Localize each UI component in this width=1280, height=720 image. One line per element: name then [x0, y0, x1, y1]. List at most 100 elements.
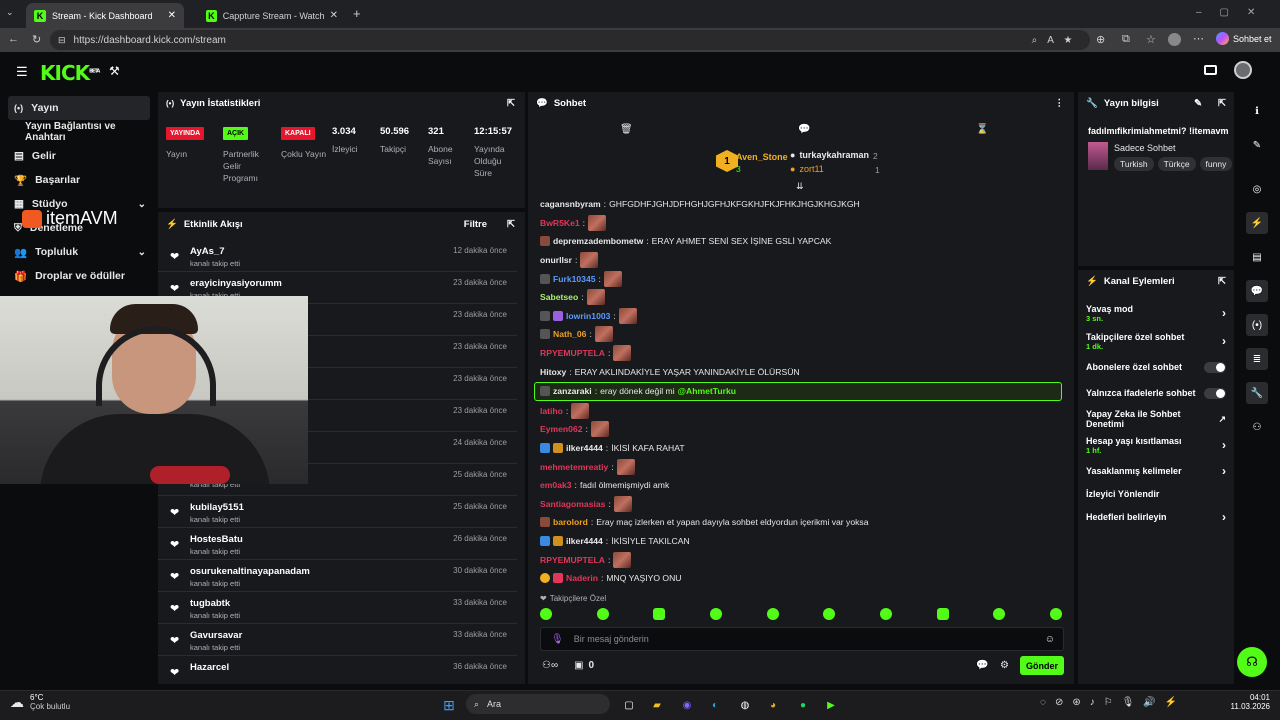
popout-icon[interactable]: ⇱ — [1218, 276, 1226, 287]
popout-icon[interactable]: ⇱ — [1218, 98, 1226, 109]
target-icon[interactable]: ◎ — [1246, 178, 1268, 200]
chat-message[interactable]: Nath_06: — [528, 325, 1068, 344]
trash-icon[interactable]: 🗑 — [620, 124, 633, 135]
emoji-icon[interactable]: ☺ — [1045, 634, 1055, 645]
list-item[interactable]: ❤ HostesBatu kanalı takip etti 26 dakika ön… — [158, 528, 517, 560]
info-icon[interactable]: ℹ — [1246, 100, 1268, 122]
profile-avatar-icon[interactable] — [1168, 33, 1181, 46]
sidebar-item-droplar[interactable]: 🎁 Droplar ve ödüller — [0, 264, 158, 288]
chat-message[interactable]: Hitoxy: ERAY AKLINDAKİYLE YAŞAR YANINDAKİ… — [528, 362, 1068, 381]
tag-chip[interactable]: Turkish — [1114, 157, 1154, 171]
chat-message[interactable]: RPYEMUPTELA: — [528, 550, 1068, 569]
subscribers-only-toggle[interactable] — [1204, 361, 1226, 373]
chat-message[interactable]: lowrin1003: — [528, 307, 1068, 326]
list-item[interactable]: ❤ kubilay5151 kanalı takip etti 25 dakika ö… — [158, 496, 517, 528]
windows-start-icon[interactable]: ⊞ — [440, 696, 458, 714]
chat-message[interactable]: onurllsr: — [528, 251, 1068, 270]
chat-message[interactable]: em0ak3: fadıl ölmemişmiydi amk — [528, 476, 1068, 495]
wrench-icon[interactable]: 🔧 — [1246, 382, 1268, 404]
emote-icon[interactable] — [993, 608, 1006, 620]
sidebar-item-stream-key[interactable]: Yayın Bağlantısı ve Anahtarı — [0, 120, 158, 144]
emote-icon[interactable] — [766, 608, 779, 620]
category-thumbnail[interactable] — [1088, 142, 1108, 170]
chat-message[interactable]: mehmetemreatiy: — [528, 457, 1068, 476]
chat-message[interactable]: RPYEMUPTELA: — [528, 344, 1068, 363]
sidebar-item-gelir[interactable]: ▤ Gelir — [0, 144, 158, 168]
user-link-icon[interactable]: ⚇ — [1246, 416, 1268, 438]
task-view-icon[interactable]: ▢ — [620, 696, 638, 714]
points-counter[interactable]: ▣ 0 — [574, 660, 594, 671]
chat-message[interactable]: latiho: — [528, 402, 1068, 421]
hamburger-menu-icon[interactable]: ☰ — [16, 64, 28, 80]
list-item[interactable]: ❤ osurukenaltinayapanadam kanalı takip ett… — [158, 560, 517, 592]
close-tab-icon[interactable]: ✕ — [168, 10, 176, 21]
extensions-icon[interactable]: ⊕ — [1096, 33, 1105, 46]
more-menu-icon[interactable]: ⋯ — [1193, 32, 1204, 45]
chat-message[interactable]: cagansnbyram: GHFGDHFJGHJDFHGHJGFHJKFGKHJ… — [528, 195, 1068, 214]
emote-icon[interactable] — [540, 608, 552, 620]
tag-chip[interactable]: Türkçe — [1157, 157, 1196, 171]
emotes-only-toggle[interactable] — [1204, 387, 1226, 399]
split-screen-icon[interactable]: ⧉ — [1122, 33, 1130, 46]
setting-emotes-only[interactable]: Yalnızca ifadelerle sohbet — [1078, 380, 1234, 406]
popout-icon[interactable]: ⇱ — [507, 219, 515, 230]
list-item[interactable]: ❤ tugbabtk kanalı takip etti 33 dakika önce — [158, 592, 517, 624]
copilot-chat-button[interactable]: Sohbet et — [1216, 32, 1272, 45]
hammer-icon[interactable]: ⚒ — [109, 64, 120, 78]
weather-widget[interactable]: ☁ 6°C Çok bulutlu — [10, 693, 70, 711]
tab-cappture-stream[interactable]: K Cappture Stream - Watch Live on K ✕ — [198, 3, 346, 28]
leader-row-2[interactable]: ● turkaykahraman — [790, 150, 869, 160]
file-explorer-icon[interactable]: ▰ — [648, 696, 666, 714]
list-item[interactable]: ❤ Hazarcel 36 dakika önce — [158, 656, 517, 684]
chat-settings-bubble-icon[interactable]: 💬 — [976, 660, 988, 671]
close-tab-icon[interactable]: ✕ — [330, 10, 338, 21]
gear-icon[interactable]: ⚙ — [1000, 660, 1009, 671]
favorites-icon[interactable]: ☆ — [1146, 33, 1156, 46]
chat-message[interactable]: Naderin: MNQ YAŞIYO ONU — [528, 569, 1068, 588]
emote-icon[interactable] — [596, 608, 609, 620]
emote-icon[interactable] — [936, 608, 949, 620]
sidebar-item-yayin[interactable]: (•) Yayın — [8, 96, 150, 120]
list-item[interactable]: ❤ AyAs_7 kanalı takip etti 12 dakika önce — [158, 240, 517, 272]
chat-message[interactable]: depremzadembometw: ERAY AHMET SENİ SEX İŞ… — [528, 232, 1068, 251]
chat-message[interactable]: ilker4444: İKİSİ KAFA RAHAT — [528, 439, 1068, 458]
hourglass-icon[interactable]: ⌛ — [976, 124, 988, 135]
clock[interactable]: 04:01 11.03.2026 — [1228, 693, 1270, 711]
kick-app-icon[interactable]: ▶ — [822, 696, 840, 714]
emote-icon[interactable] — [1049, 608, 1062, 620]
discord-icon[interactable]: ◉ — [678, 696, 696, 714]
setting-account-age[interactable]: Hesap yaşı kısıtlaması 1 hf. › — [1078, 432, 1234, 458]
chat-input[interactable]: 🎙 Bir mesaj gönderin ☺ — [540, 627, 1064, 651]
emote-icon[interactable] — [879, 608, 892, 620]
chat-message[interactable]: Eymen062: — [528, 420, 1068, 439]
leader-row-3[interactable]: ● zort11 — [790, 164, 824, 174]
list-item[interactable]: ❤ Gavursavar kanalı takip etti 33 dakika ön… — [158, 624, 517, 656]
setting-raid[interactable]: İzleyici Yönlendir — [1078, 484, 1234, 504]
chat-message[interactable]: barolord: Eray maç izlerken et yapan dayı… — [528, 513, 1068, 532]
chat-message[interactable]: Sabetseo: — [528, 288, 1068, 307]
document-icon[interactable]: ▤ — [1246, 246, 1268, 268]
kick-logo[interactable]: KICKBETA — [40, 61, 100, 85]
emote-icon[interactable] — [823, 608, 836, 620]
new-tab-plus-icon[interactable]: + — [353, 6, 361, 21]
setting-followers-only[interactable]: Takipçilere özel sohbet 1 dk. › — [1078, 328, 1234, 354]
stream-preview-icon[interactable] — [1204, 65, 1217, 75]
edge-icon[interactable]: ◐ — [706, 696, 724, 714]
spotify-icon[interactable]: ● — [794, 696, 812, 714]
leader-name[interactable]: Aven_Stone — [736, 152, 788, 162]
popout-icon[interactable]: ⇱ — [507, 98, 515, 109]
emote-icon[interactable] — [653, 608, 666, 620]
site-info-icon[interactable]: ⊟ — [58, 35, 66, 46]
setting-subscribers-only[interactable]: Abonelere özel sohbet — [1078, 354, 1234, 380]
chrome-icon[interactable]: ◕ — [764, 696, 782, 714]
chat-icon[interactable]: 💬 — [1246, 280, 1268, 302]
emote-icon[interactable] — [709, 608, 722, 620]
chat-message[interactable]: Santiagomasias: — [528, 495, 1068, 514]
setting-slow-mode[interactable]: Yavaş mod 3 sn. › — [1078, 300, 1234, 326]
chat-message[interactable]: Furk10345: — [528, 269, 1068, 288]
chat-message-highlighted[interactable]: zanzaraki: eray dönek değil mi @AhmetTurku — [534, 381, 1062, 401]
window-controls[interactable]: –▢✕ — [1196, 7, 1273, 18]
chat-message[interactable]: ilker4444: İKİSİYLE TAKILCAN — [528, 532, 1068, 551]
sidebar-item-topluluk[interactable]: 👥 Topluluk ⌄ — [0, 240, 158, 264]
lightning-icon[interactable]: ⚡ — [1246, 212, 1268, 234]
